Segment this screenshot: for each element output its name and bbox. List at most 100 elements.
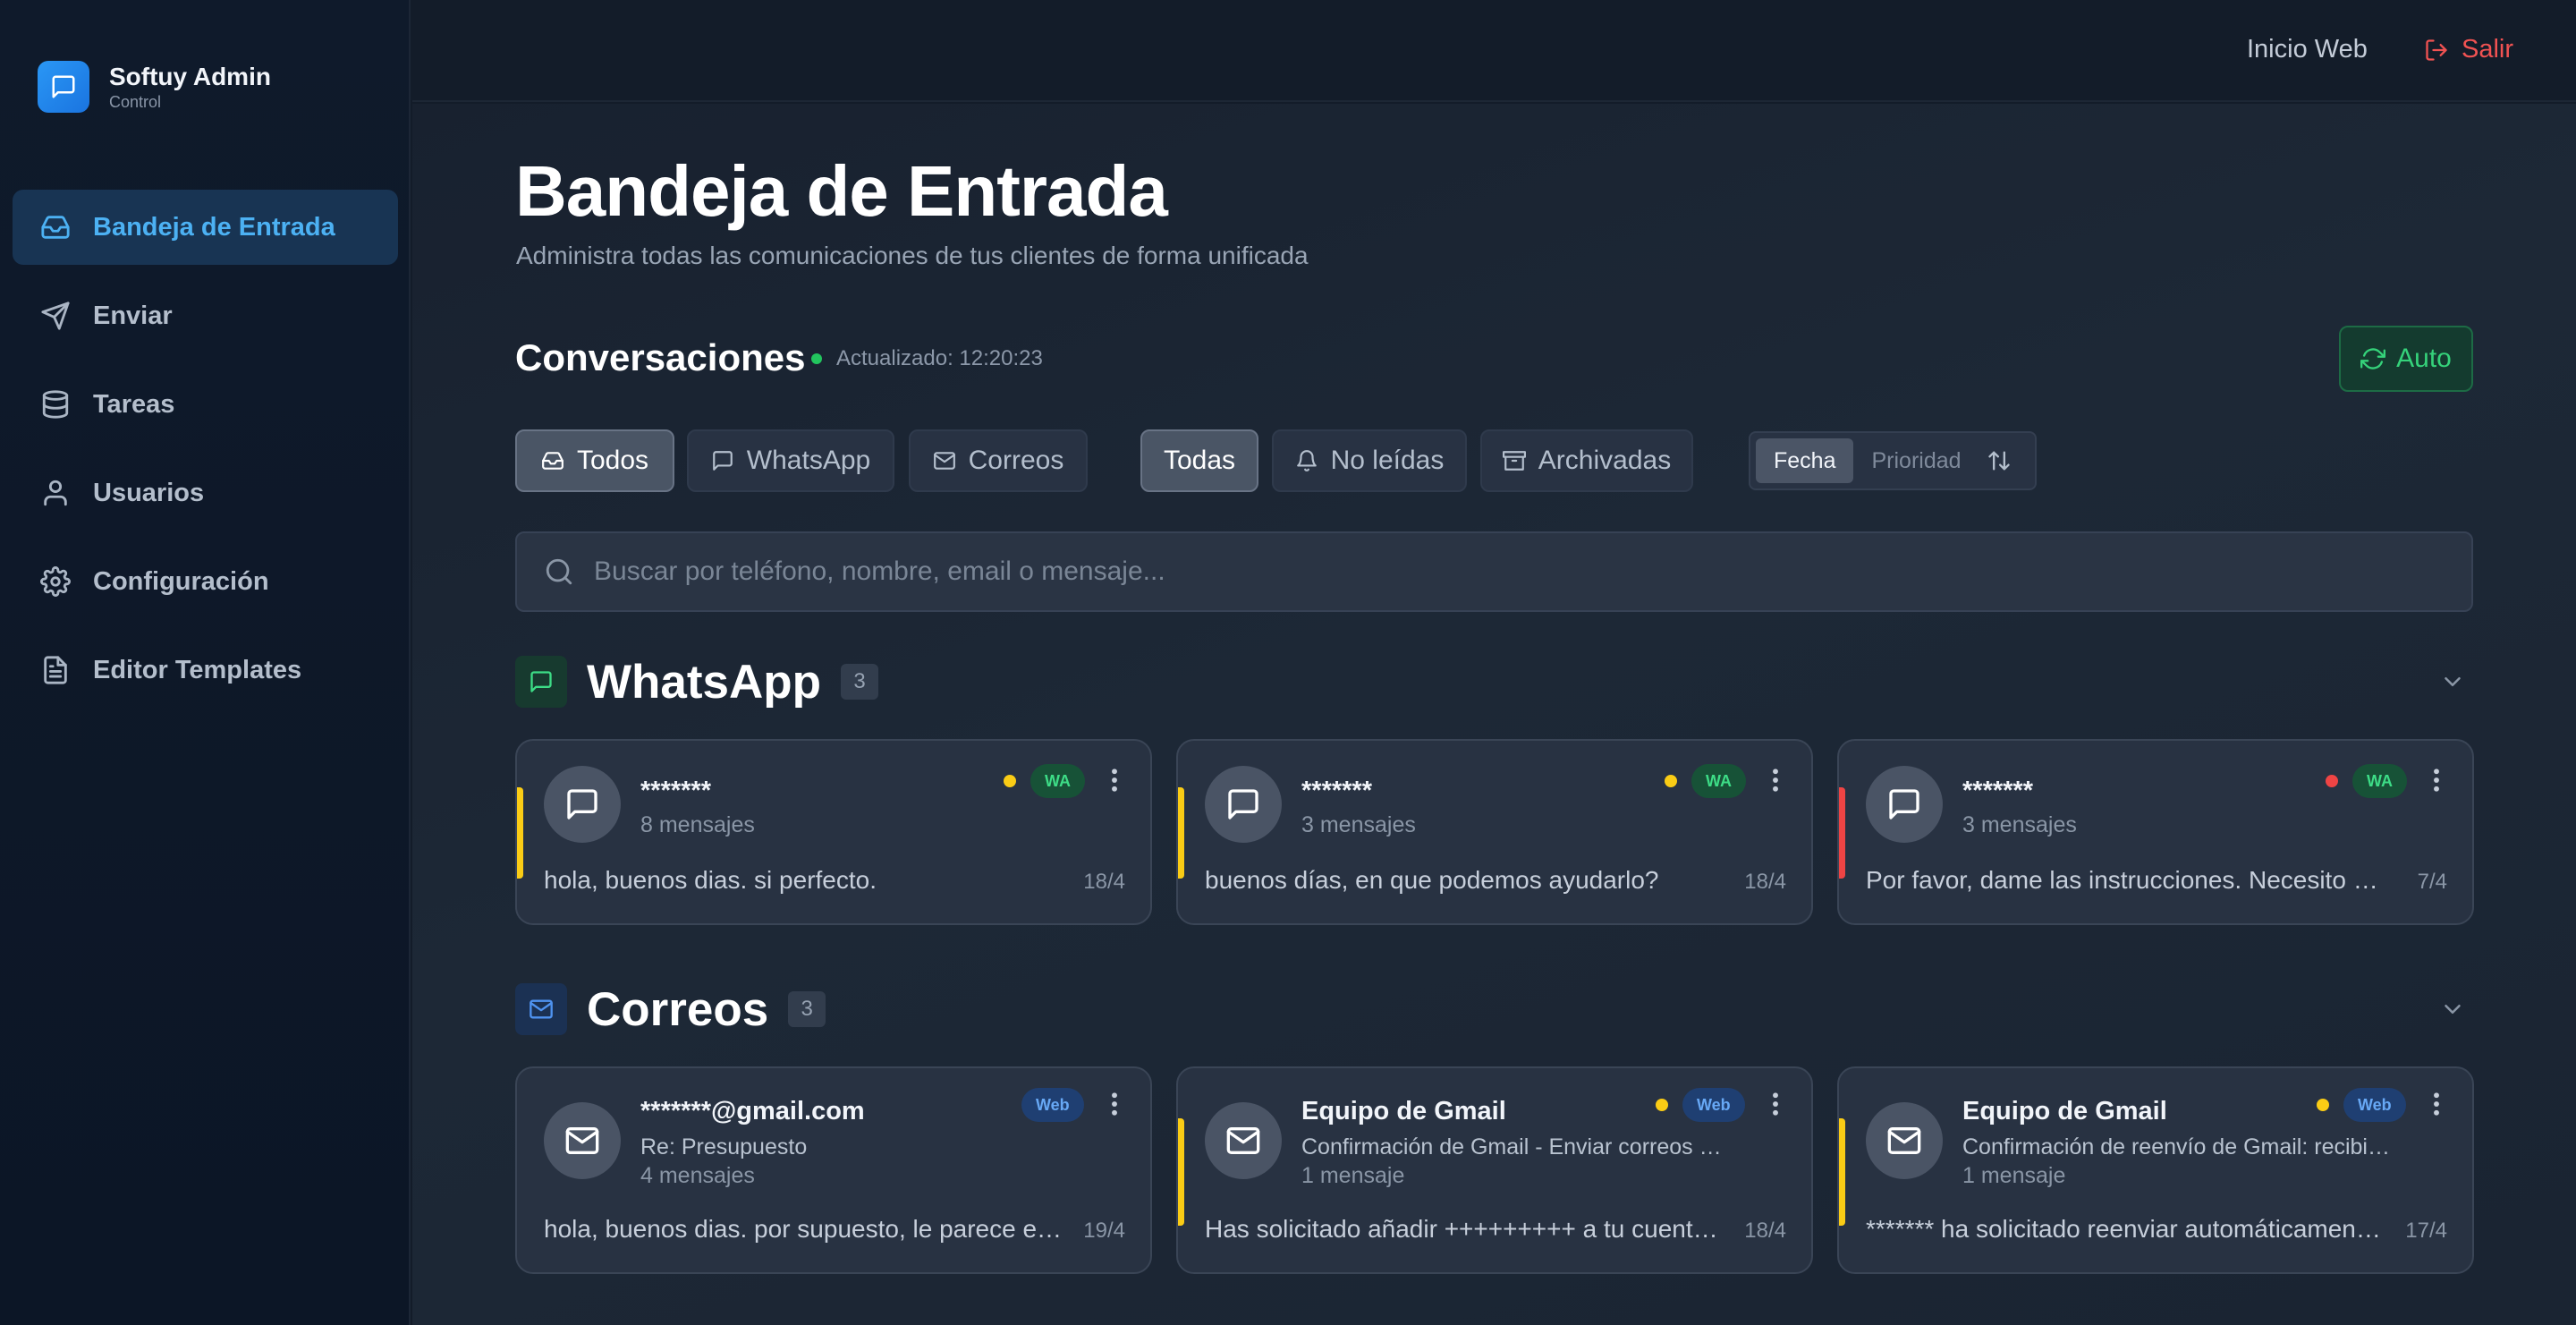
conversation-card[interactable]: ******* 8 mensajes WA hola, buenos dias.… <box>515 739 1152 925</box>
more-options-icon[interactable] <box>1106 764 1123 796</box>
chevron-down-icon[interactable] <box>2439 668 2466 695</box>
whatsapp-section-header[interactable]: WhatsApp 3 <box>515 655 2473 709</box>
email-subject: Re: Presupuesto <box>640 1134 808 1159</box>
section-title: WhatsApp <box>587 655 822 709</box>
message-count: 3 mensajes <box>1962 812 2077 837</box>
filter-unread[interactable]: No leídas <box>1272 429 1467 492</box>
auto-refresh-button[interactable]: Auto <box>2339 326 2473 392</box>
mail-avatar-icon <box>1205 1102 1282 1179</box>
database-icon <box>39 388 72 420</box>
more-options-icon[interactable] <box>1767 764 1784 796</box>
more-options-icon[interactable] <box>2428 764 2445 796</box>
sort-by-priority[interactable]: Prioridad <box>1853 438 1979 483</box>
priority-dot <box>2317 1099 2329 1111</box>
filter-all-channels[interactable]: Todos <box>515 429 674 492</box>
message-preview: ******* ha solicitado reenviar automátic… <box>1866 1215 2385 1243</box>
sort-direction-icon[interactable] <box>1987 448 2012 473</box>
message-preview: Por favor, dame las instrucciones. Neces… <box>1866 866 2385 894</box>
sort-control: Fecha Prioridad <box>1749 431 2037 490</box>
brand-title: Softuy Admin <box>109 63 271 90</box>
message-date: 7/4 <box>2417 870 2447 894</box>
inbox-icon <box>541 449 564 472</box>
sidebar-item-label: Configuración <box>93 566 269 596</box>
bell-icon <box>1295 449 1318 472</box>
filter-label: Archivadas <box>1538 446 1672 475</box>
search-input[interactable] <box>594 556 2471 587</box>
message-date: 18/4 <box>1744 1219 1786 1243</box>
status-dot <box>811 353 822 364</box>
logout-label: Salir <box>2462 35 2514 64</box>
filter-label: Todos <box>576 446 649 475</box>
priority-bar <box>1178 1118 1184 1226</box>
priority-bar <box>1839 787 1845 879</box>
filter-label: Todas <box>1163 446 1236 475</box>
channel-badge: Web <box>1682 1088 1745 1122</box>
priority-bar <box>1839 1118 1845 1226</box>
filter-whatsapp[interactable]: WhatsApp <box>687 429 894 492</box>
filter-email[interactable]: Correos <box>909 429 1088 492</box>
message-count: 4 mensajes <box>640 1163 755 1188</box>
main-content: Bandeja de Entrada Administra todas las … <box>412 104 2576 1325</box>
filter-label: No leídas <box>1330 446 1445 475</box>
channel-badge: WA <box>1691 764 1746 798</box>
sidebar-item-settings[interactable]: Configuración <box>13 544 398 619</box>
search-bar <box>515 531 2473 612</box>
priority-bar <box>1178 787 1184 879</box>
chat-icon <box>515 656 567 708</box>
conversation-card[interactable]: *******@gmail.com Re: Presupuesto 4 mens… <box>515 1066 1152 1274</box>
page-title: Bandeja de Entrada <box>515 151 1168 231</box>
priority-dot <box>2326 775 2338 787</box>
refresh-icon <box>2360 346 2386 371</box>
priority-bar <box>517 787 523 879</box>
message-count: 1 mensaje <box>1962 1163 2066 1188</box>
sidebar-item-label: Tareas <box>93 389 175 419</box>
sidebar-item-send[interactable]: Enviar <box>13 278 398 353</box>
chevron-down-icon[interactable] <box>2439 996 2466 1023</box>
message-count: 8 mensajes <box>640 812 755 837</box>
contact-name: ******* <box>1301 777 1372 805</box>
sidebar-nav: Bandeja de Entrada Enviar Tareas Usuario… <box>13 190 398 721</box>
conversation-card[interactable]: Equipo de Gmail Confirmación de Gmail - … <box>1176 1066 1813 1274</box>
sidebar: Softuy Admin Control Bandeja de Entrada … <box>0 0 411 1325</box>
sidebar-item-inbox[interactable]: Bandeja de Entrada <box>13 190 398 265</box>
topbar: Inicio Web Salir <box>412 0 2576 102</box>
logout-button[interactable]: Salir <box>2424 35 2513 64</box>
filter-archived[interactable]: Archivadas <box>1480 429 1693 492</box>
contact-name: Equipo de Gmail <box>1962 1097 2167 1125</box>
gear-icon <box>39 565 72 598</box>
message-date: 18/4 <box>1083 870 1125 894</box>
page-subtitle: Administra todas las comunicaciones de t… <box>516 242 1309 269</box>
email-section-header[interactable]: Correos 3 <box>515 982 2473 1036</box>
sidebar-item-label: Bandeja de Entrada <box>93 212 335 242</box>
email-subject: Confirmación de reenvío de Gmail: recibi… <box>1962 1134 2392 1159</box>
message-count: 3 mensajes <box>1301 812 1416 837</box>
home-link[interactable]: Inicio Web <box>2247 35 2368 64</box>
channel-badge: WA <box>2352 764 2407 798</box>
channel-badge: WA <box>1030 764 1085 798</box>
search-icon <box>544 556 574 587</box>
more-options-icon[interactable] <box>1106 1088 1123 1120</box>
message-count: 1 mensaje <box>1301 1163 1405 1188</box>
contact-name: ******* <box>1962 777 2033 805</box>
sidebar-item-tasks[interactable]: Tareas <box>13 367 398 442</box>
sidebar-item-templates[interactable]: Editor Templates <box>13 633 398 708</box>
sidebar-item-users[interactable]: Usuarios <box>13 455 398 531</box>
more-options-icon[interactable] <box>1767 1088 1784 1120</box>
conversation-card[interactable]: ******* 3 mensajes WA Por favor, dame la… <box>1837 739 2474 925</box>
conversations-title: Conversaciones <box>515 336 806 378</box>
conversation-card[interactable]: Equipo de Gmail Confirmación de reenvío … <box>1837 1066 2474 1274</box>
message-date: 18/4 <box>1744 870 1786 894</box>
section-title: Correos <box>587 982 769 1036</box>
message-preview: hola, buenos dias. si perfecto. <box>544 866 877 894</box>
more-options-icon[interactable] <box>2428 1088 2445 1120</box>
channel-badge: Web <box>1021 1088 1084 1122</box>
chat-logo-icon <box>38 61 89 113</box>
filter-all-states[interactable]: Todas <box>1140 429 1258 492</box>
sort-by-date[interactable]: Fecha <box>1756 438 1854 483</box>
conversation-card[interactable]: ******* 3 mensajes WA buenos días, en qu… <box>1176 739 1813 925</box>
user-icon <box>39 477 72 509</box>
archive-icon <box>1502 449 1526 472</box>
logout-icon <box>2424 38 2449 63</box>
brand-subtitle: Control <box>109 93 162 111</box>
brand[interactable]: Softuy Admin Control <box>38 61 271 113</box>
